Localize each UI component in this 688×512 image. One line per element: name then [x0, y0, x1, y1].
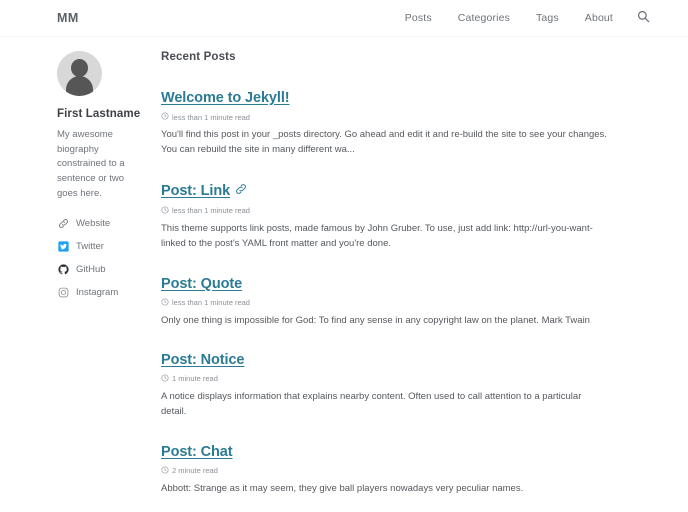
post-meta: 2 minute read	[161, 466, 648, 476]
avatar	[57, 51, 102, 96]
post-item: Post: Link less than 1 minute read This …	[161, 182, 648, 252]
clock-icon	[161, 374, 169, 384]
nav-item-tags[interactable]: Tags	[523, 12, 572, 24]
post-read-time: 1 minute read	[172, 374, 218, 384]
author-bio: My awesome biography constrained to a se…	[57, 129, 125, 199]
primary-nav: Posts Categories Tags About	[392, 7, 654, 29]
post-title-row: Post: Chat	[161, 444, 648, 460]
post-item: Welcome to Jekyll! less than 1 minute re…	[161, 90, 648, 158]
author-link-instagram[interactable]: Instagram	[57, 287, 142, 299]
post-title-row: Post: Quote	[161, 276, 648, 292]
post-meta: less than 1 minute read	[161, 297, 648, 308]
avatar-body	[66, 76, 93, 96]
avatar-head	[71, 59, 88, 77]
instagram-icon	[57, 287, 69, 299]
author-link-label[interactable]: Instagram	[76, 287, 118, 298]
clock-icon	[161, 297, 169, 308]
post-title-link[interactable]: Post: Chat	[161, 444, 233, 460]
author-links: Website Twitter GitHub Instagram	[57, 218, 142, 299]
nav-item-about[interactable]: About	[572, 12, 626, 24]
post-item: Post: Quote less than 1 minute read Only…	[161, 276, 648, 328]
link-icon	[57, 218, 69, 230]
post-meta: less than 1 minute read	[161, 206, 648, 216]
author-link-label[interactable]: Website	[76, 218, 110, 229]
clock-icon	[161, 466, 169, 476]
post-excerpt: You'll find this post in your _posts dir…	[161, 129, 607, 156]
author-link-label[interactable]: GitHub	[76, 264, 106, 275]
author-link-website[interactable]: Website	[57, 218, 142, 230]
post-title-link[interactable]: Post: Quote	[161, 276, 242, 292]
post-title-row: Post: Link	[161, 182, 648, 200]
author-link-twitter[interactable]: Twitter	[57, 241, 142, 253]
post-item: Post: Chat 2 minute read Abbott: Strange…	[161, 444, 648, 496]
clock-icon	[161, 206, 169, 216]
nav-item-categories[interactable]: Categories	[445, 12, 523, 24]
post-read-time: less than 1 minute read	[172, 206, 250, 216]
clock-icon	[161, 112, 169, 122]
post-meta: less than 1 minute read	[161, 112, 648, 122]
site-title[interactable]: MM	[57, 11, 79, 25]
page-body: First Lastname My awesome biography cons…	[0, 37, 688, 512]
search-icon	[637, 10, 650, 26]
masthead: MM Posts Categories Tags About	[0, 0, 688, 37]
post-read-time: 2 minute read	[172, 466, 218, 476]
page-root: MM Posts Categories Tags About First Las…	[0, 0, 688, 512]
author-link-label[interactable]: Twitter	[76, 241, 104, 252]
post-title-link[interactable]: Post: Link	[161, 183, 230, 199]
post-item: Post: Notice 1 minute read A notice disp…	[161, 352, 648, 420]
author-name: First Lastname	[57, 108, 141, 120]
page-title: Recent Posts	[161, 51, 236, 63]
post-excerpt: A notice displays information that expla…	[161, 390, 582, 418]
post-excerpt: This theme supports link posts, made fam…	[161, 222, 593, 250]
post-title-link[interactable]: Post: Notice	[161, 352, 245, 368]
github-icon	[57, 264, 69, 276]
post-meta: 1 minute read	[161, 374, 648, 384]
nav-item-posts[interactable]: Posts	[392, 12, 445, 24]
posts-list: Recent Posts Welcome to Jekyll! less tha…	[150, 51, 688, 512]
post-title-row: Welcome to Jekyll!	[161, 90, 648, 106]
post-excerpt: Only one thing is impossible for God: To…	[161, 314, 590, 326]
post-title-row: Post: Notice	[161, 352, 648, 368]
author-sidebar: First Lastname My awesome biography cons…	[0, 51, 150, 512]
post-title-link[interactable]: Welcome to Jekyll!	[161, 90, 290, 106]
post-read-time: less than 1 minute read	[172, 298, 250, 307]
post-excerpt: Abbott: Strange as it may seem, they giv…	[161, 482, 524, 494]
twitter-icon	[57, 241, 69, 253]
author-link-github[interactable]: GitHub	[57, 264, 142, 276]
post-read-time: less than 1 minute read	[172, 112, 250, 122]
post-link-icon	[235, 182, 247, 200]
search-toggle-button[interactable]	[632, 7, 654, 29]
